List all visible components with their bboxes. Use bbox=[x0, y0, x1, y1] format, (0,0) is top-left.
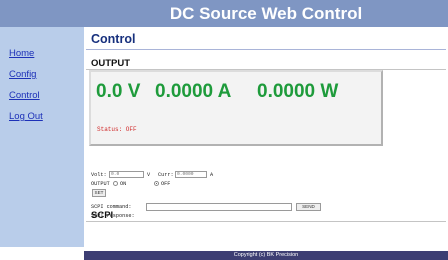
voltage-readout: 0.0 V bbox=[96, 81, 141, 102]
scpi-response-label: SCPI response: bbox=[91, 213, 135, 219]
page-title: Control bbox=[91, 32, 136, 46]
sidebar-item-control[interactable]: Control bbox=[9, 90, 40, 101]
footer: Copyright (c) BK Precision bbox=[84, 251, 448, 260]
main-content: Control OUTPUT 0.0 V 0.0000 A 0.0000 W S… bbox=[84, 27, 448, 247]
sidebar-nav: Home Config Control Log Out bbox=[0, 27, 84, 247]
curr-label: Curr: bbox=[158, 172, 174, 178]
output-off-radio[interactable] bbox=[154, 181, 159, 186]
output-toggle-label: OUTPUT bbox=[91, 181, 110, 187]
output-on-radio[interactable] bbox=[113, 181, 118, 186]
sidebar-item-config[interactable]: Config bbox=[9, 69, 36, 80]
output-off-label: OFF bbox=[161, 181, 171, 187]
sidebar-item-home[interactable]: Home bbox=[9, 48, 34, 59]
set-button[interactable]: SET bbox=[92, 189, 106, 197]
title-divider bbox=[86, 49, 446, 50]
volt-input[interactable] bbox=[109, 171, 144, 178]
volt-label: Volt: bbox=[91, 172, 107, 178]
output-status: Status: OFF bbox=[97, 126, 137, 133]
volt-unit: V bbox=[147, 172, 151, 178]
top-banner: DC Source Web Control bbox=[0, 0, 448, 27]
scpi-command-input[interactable] bbox=[146, 203, 292, 211]
send-button[interactable]: SEND bbox=[296, 203, 321, 211]
scpi-divider bbox=[86, 221, 446, 222]
output-heading: OUTPUT bbox=[91, 58, 131, 69]
output-on-label: ON bbox=[120, 181, 127, 187]
curr-unit: A bbox=[210, 172, 214, 178]
power-readout: 0.0000 W bbox=[257, 81, 339, 102]
scpi-command-label: SCPI command: bbox=[91, 204, 132, 210]
curr-input[interactable] bbox=[175, 171, 207, 178]
sidebar-item-log-out[interactable]: Log Out bbox=[9, 111, 43, 122]
app-title: DC Source Web Control bbox=[169, 4, 363, 23]
output-readout-panel: 0.0 V 0.0000 A 0.0000 W Status: OFF bbox=[89, 70, 383, 146]
current-readout: 0.0000 A bbox=[155, 81, 232, 102]
